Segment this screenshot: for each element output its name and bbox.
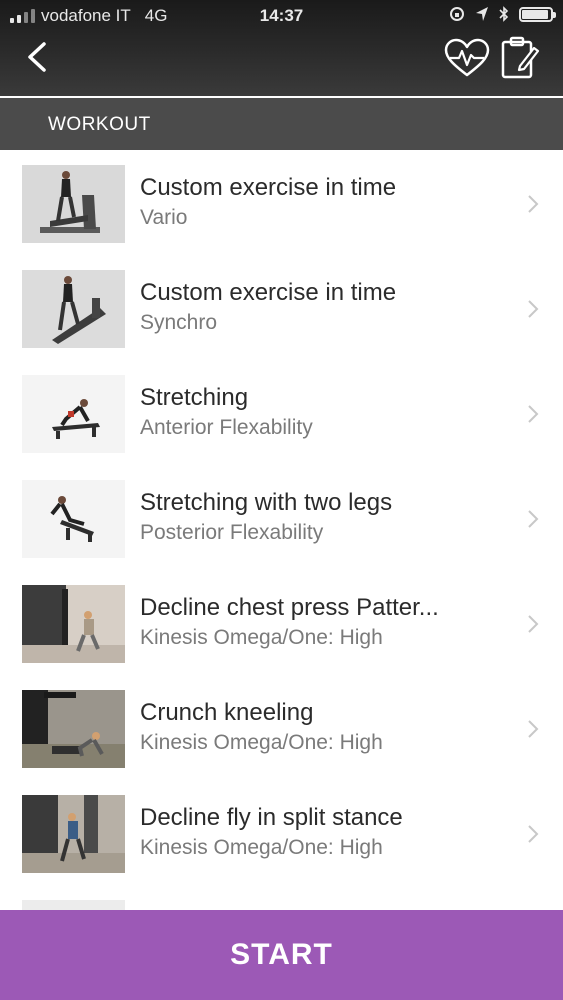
exercise-subtitle: Anterior Flexability (140, 416, 313, 439)
exercise-thumbnail (22, 165, 125, 243)
exercise-title: Decline fly in split stance (140, 804, 403, 831)
exercise-title: Stretching with two legs (140, 489, 393, 516)
start-button-label: START (230, 938, 333, 971)
exercise-subtitle: Vario (140, 206, 188, 229)
exercise-title: Decline chest press Patter... (140, 594, 439, 621)
section-title: WORKOUT (48, 114, 151, 135)
chevron-right-icon (528, 720, 539, 738)
exercise-subtitle: Kinesis Omega/One: High (140, 731, 383, 754)
status-bar: vodafone IT 4G 14:37 (0, 0, 563, 32)
chevron-right-icon (528, 300, 539, 318)
exercise-thumbnail (22, 270, 125, 348)
exercise-row[interactable]: Custom exercise in time Vario (0, 150, 563, 255)
exercise-thumbnail (22, 795, 125, 873)
exercise-row[interactable]: Custom exercise in time Synchro (0, 255, 563, 360)
exercise-thumbnail (22, 585, 125, 663)
heart-rate-icon[interactable] (444, 38, 490, 78)
exercise-subtitle: Kinesis Omega/One: High (140, 836, 383, 859)
bluetooth-icon (499, 6, 509, 22)
chevron-right-icon (528, 405, 539, 423)
clipboard-edit-icon[interactable] (500, 36, 540, 80)
exercise-list: Custom exercise in time Vario Custom exe… (0, 150, 563, 910)
exercise-row[interactable]: Stretching Anterior Flexability (0, 360, 563, 465)
exercise-title: Stretching (140, 384, 249, 411)
exercise-thumbnail (22, 480, 125, 558)
exercise-row[interactable]: Crunch kneeling Kinesis Omega/One: High (0, 675, 563, 780)
start-button[interactable]: START (0, 910, 563, 1000)
exercise-title: Crunch kneeling (140, 699, 314, 726)
exercise-title: Custom exercise in time (140, 174, 397, 201)
section-header: WORKOUT (0, 98, 563, 150)
chevron-right-icon (528, 510, 539, 528)
exercise-subtitle: Posterior Flexability (140, 521, 324, 544)
exercise-row[interactable]: Stretching with two legs Posterior Flexa… (0, 465, 563, 570)
battery-icon (519, 6, 556, 22)
exercise-title: Custom exercise in time (140, 279, 397, 306)
location-icon (476, 7, 488, 21)
back-chevron-icon[interactable] (22, 40, 52, 74)
exercise-subtitle: Kinesis Omega/One: High (140, 626, 383, 649)
chevron-right-icon (528, 825, 539, 843)
lock-rotation-icon (450, 7, 464, 21)
exercise-subtitle: Synchro (140, 311, 218, 334)
exercise-row[interactable]: Decline fly in split stance Kinesis Omeg… (0, 780, 563, 885)
chevron-right-icon (528, 195, 539, 213)
exercise-thumbnail (22, 375, 125, 453)
exercise-row[interactable]: Decline chest press Patter... Kinesis Om… (0, 570, 563, 675)
exercise-thumbnail (22, 900, 125, 910)
exercise-row[interactable] (0, 885, 563, 910)
nav-header: vodafone IT 4G 14:37 (0, 0, 563, 96)
exercise-thumbnail (22, 690, 125, 768)
chevron-right-icon (528, 615, 539, 633)
